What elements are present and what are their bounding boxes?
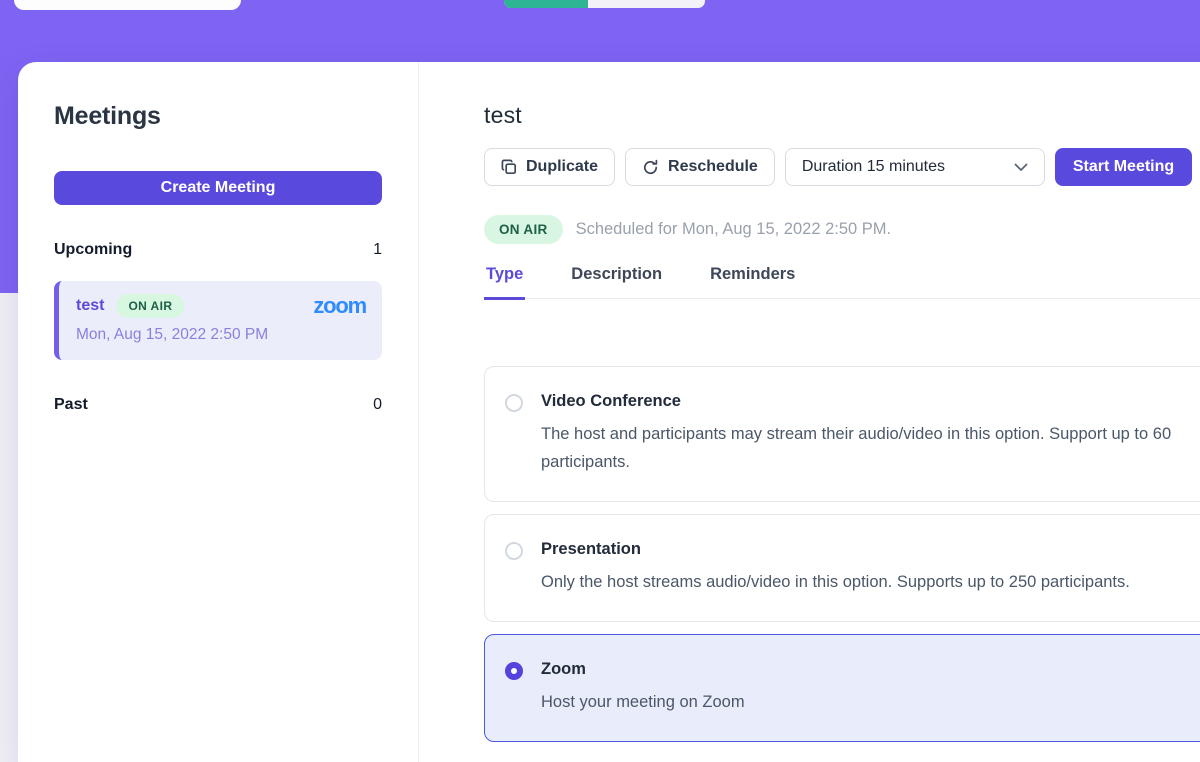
- radio-presentation[interactable]: [505, 542, 523, 560]
- option-text: Zoom Host your meeting on Zoom: [541, 660, 745, 716]
- upcoming-count: 1: [373, 241, 382, 259]
- start-meeting-button[interactable]: Start Meeting: [1055, 148, 1192, 186]
- option-text: Video Conference The host and participan…: [541, 392, 1200, 476]
- duplicate-label: Duplicate: [526, 158, 598, 176]
- meeting-list-item[interactable]: test ON AIR zoom Mon, Aug 15, 2022 2:50 …: [54, 281, 382, 360]
- option-title: Zoom: [541, 660, 745, 679]
- main-panel: Meetings Create Meeting Upcoming 1 test …: [18, 62, 1200, 762]
- copy-icon: [501, 159, 517, 175]
- meeting-name: test: [76, 297, 104, 315]
- tab-description[interactable]: Description: [569, 265, 664, 300]
- option-description: Only the host streams audio/video in thi…: [541, 568, 1130, 596]
- tab-reminders[interactable]: Reminders: [708, 265, 797, 300]
- past-section-header: Past 0: [54, 396, 382, 414]
- meeting-detail: test Duplicate Reschedule Duration 15 mi…: [419, 62, 1200, 762]
- onair-badge-small: ON AIR: [116, 294, 184, 318]
- onair-badge: ON AIR: [484, 215, 563, 244]
- scheduled-text: Scheduled for Mon, Aug 15, 2022 2:50 PM.: [576, 220, 892, 239]
- option-video-conference[interactable]: Video Conference The host and participan…: [484, 366, 1200, 502]
- meeting-type-options: Video Conference The host and participan…: [484, 366, 1200, 742]
- duration-select[interactable]: Duration 15 minutes: [785, 148, 1045, 186]
- option-zoom[interactable]: Zoom Host your meeting on Zoom: [484, 634, 1200, 742]
- reschedule-button[interactable]: Reschedule: [625, 148, 775, 186]
- start-meeting-label: Start Meeting: [1073, 158, 1174, 176]
- tab-bar: Type Description Reminders: [484, 265, 1200, 299]
- chevron-down-icon: [1014, 163, 1028, 172]
- toolbar: Duplicate Reschedule Duration 15 minutes…: [484, 148, 1200, 186]
- create-meeting-button[interactable]: Create Meeting: [54, 171, 382, 205]
- zoom-logo: zoom: [313, 295, 366, 317]
- past-label: Past: [54, 396, 88, 414]
- page-title: test: [484, 102, 1200, 129]
- option-title: Video Conference: [541, 392, 1200, 411]
- reschedule-label: Reschedule: [668, 158, 758, 176]
- meeting-datetime: Mon, Aug 15, 2022 2:50 PM: [76, 326, 366, 344]
- topbar-cutoff-card: [14, 0, 241, 10]
- duration-value: Duration 15 minutes: [802, 158, 945, 176]
- option-description: Host your meeting on Zoom: [541, 688, 745, 716]
- refresh-icon: [642, 159, 659, 176]
- progress-bar: [504, 0, 705, 8]
- option-text: Presentation Only the host streams audio…: [541, 540, 1130, 596]
- progress-bar-fill: [504, 0, 588, 8]
- meetings-sidebar: Meetings Create Meeting Upcoming 1 test …: [18, 62, 418, 762]
- option-presentation[interactable]: Presentation Only the host streams audio…: [484, 514, 1200, 622]
- radio-zoom[interactable]: [505, 662, 523, 680]
- upcoming-label: Upcoming: [54, 241, 132, 259]
- sidebar-title: Meetings: [54, 102, 382, 131]
- upcoming-section-header: Upcoming 1: [54, 241, 382, 259]
- status-row: ON AIR Scheduled for Mon, Aug 15, 2022 2…: [484, 215, 1200, 244]
- tab-type[interactable]: Type: [484, 265, 525, 300]
- past-count: 0: [373, 396, 382, 414]
- meeting-item-row: test ON AIR zoom: [76, 294, 366, 318]
- option-title: Presentation: [541, 540, 1130, 559]
- radio-video-conference[interactable]: [505, 394, 523, 412]
- duplicate-button[interactable]: Duplicate: [484, 148, 615, 186]
- option-description: The host and participants may stream the…: [541, 420, 1200, 476]
